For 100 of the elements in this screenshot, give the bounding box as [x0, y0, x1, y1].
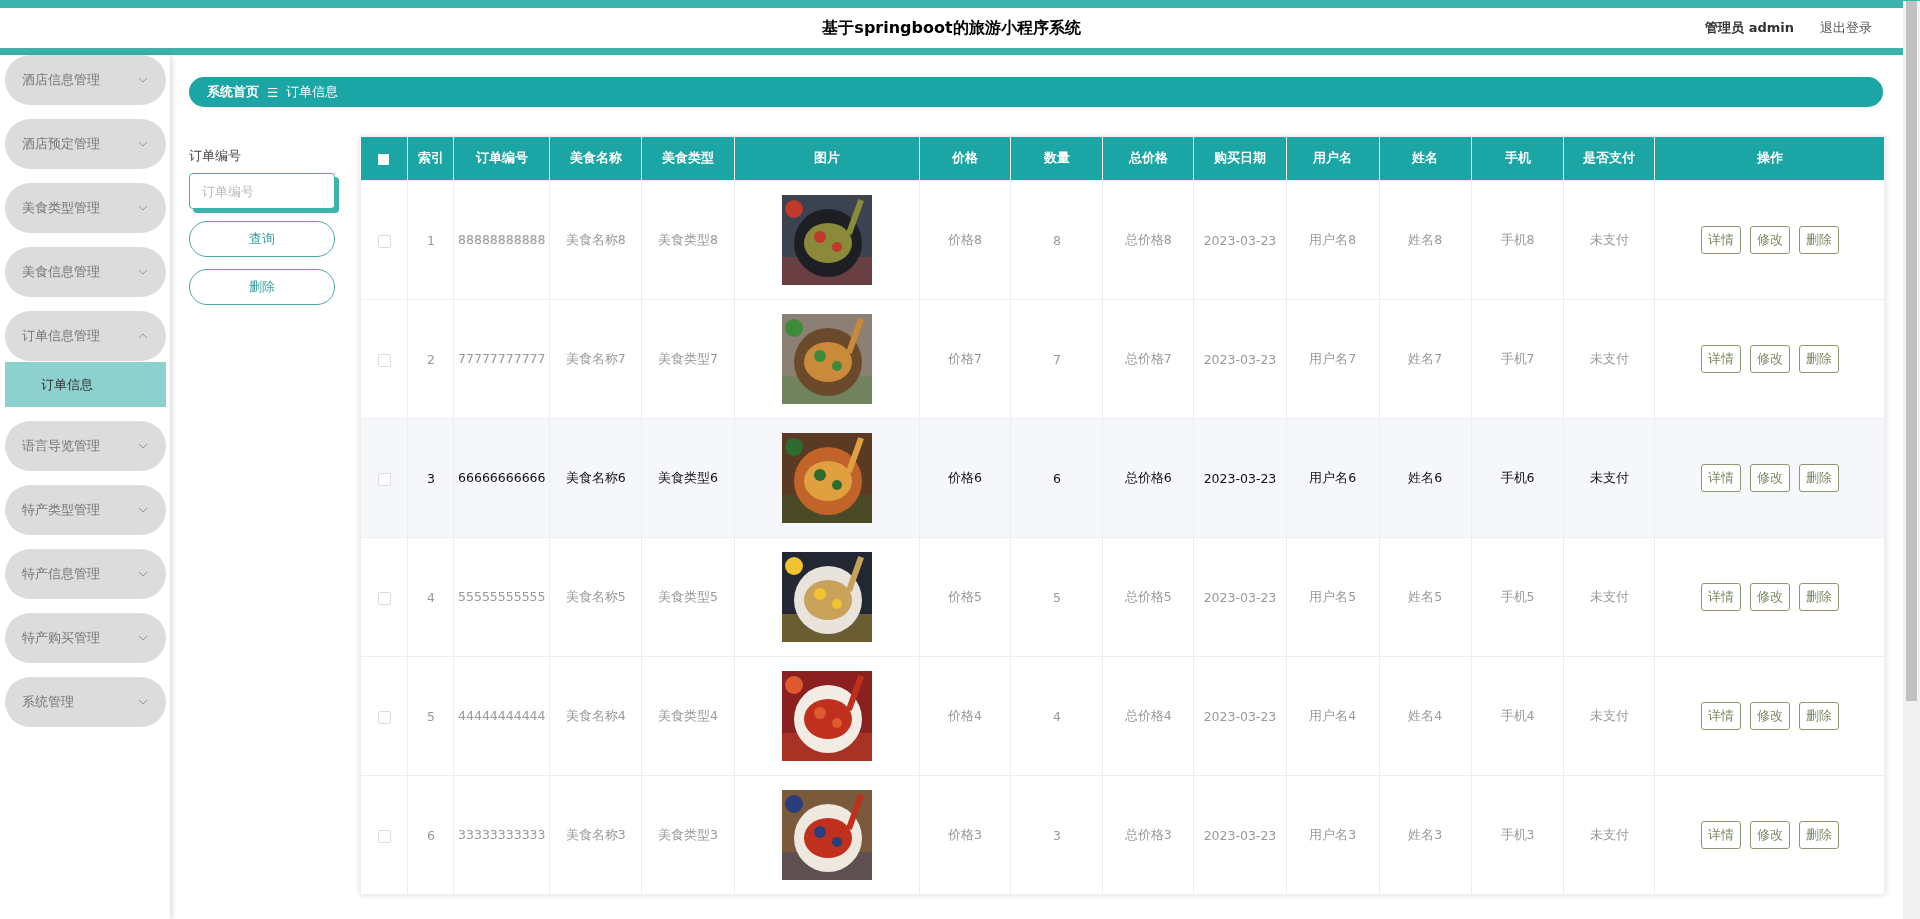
table-cell: 4 [1010, 656, 1103, 776]
row-action-button[interactable]: 修改 [1749, 226, 1790, 254]
menu-item[interactable]: 订单信息管理 [5, 311, 166, 361]
breadcrumb-current: 订单信息 [286, 83, 339, 101]
search-button[interactable]: 查询 [189, 221, 335, 257]
table-cell: 3 [407, 418, 454, 538]
row-action-button[interactable]: 修改 [1749, 821, 1790, 849]
menu-item[interactable]: 特产类型管理 [5, 485, 166, 535]
table-cell: 姓名6 [1379, 418, 1472, 538]
row-checkbox[interactable] [377, 353, 391, 367]
row-checkbox[interactable] [377, 710, 391, 724]
row-action-button[interactable]: 修改 [1749, 702, 1790, 730]
table-cell: 总价格6 [1102, 418, 1194, 538]
row-action-button[interactable]: 详情 [1700, 464, 1741, 492]
column-header: 美食类型 [641, 137, 735, 181]
table-cell: 8 [1010, 180, 1103, 300]
menu-item[interactable]: 特产信息管理 [5, 549, 166, 599]
row-action-button[interactable]: 删除 [1798, 702, 1839, 730]
chevron-down-icon [138, 205, 148, 211]
row-action-button[interactable]: 删除 [1798, 821, 1839, 849]
select-all-checkbox[interactable] [378, 154, 390, 165]
row-action-button[interactable]: 修改 [1749, 583, 1790, 611]
row-action-button[interactable]: 详情 [1700, 226, 1741, 254]
table-row[interactable]: 3 66666666666 美食名称6 美食类型6 价格6 6 总价格6 2023-03-23 用户名6 姓名6 手机6 未支付 详情 修改 删除 [360, 418, 1885, 538]
column-header: 美食名称 [549, 137, 642, 181]
table-row[interactable]: 2 77777777777 美食名称7 美食类型7 价格7 7 总价格7 2023-03-23 用户名7 姓名7 手机7 未支付 详情 修改 删除 [360, 299, 1885, 419]
scrollbar[interactable] [1903, 1, 1920, 919]
chevron-down-icon [138, 699, 148, 705]
row-action-button[interactable]: 修改 [1749, 345, 1790, 373]
row-checkbox[interactable] [377, 472, 391, 486]
table-cell: 未支付 [1563, 299, 1655, 419]
menu-item[interactable]: 酒店预定管理 [5, 119, 166, 169]
menu-item[interactable]: 系统管理 [5, 677, 166, 727]
table-cell: 6 [407, 775, 454, 895]
table-cell: 总价格7 [1102, 299, 1194, 419]
table-cell: 7 [1010, 299, 1103, 419]
row-action-button[interactable]: 详情 [1700, 583, 1741, 611]
table-cell: 手机8 [1471, 180, 1564, 300]
field-label: 订单编号 [189, 147, 242, 165]
row-action-button[interactable]: 详情 [1700, 821, 1741, 849]
table-cell: 2023-03-23 [1193, 299, 1287, 419]
table-cell: 未支付 [1563, 656, 1655, 776]
table-cell: 手机4 [1471, 656, 1564, 776]
row-checkbox[interactable] [377, 829, 391, 843]
row-action-button[interactable]: 详情 [1700, 345, 1741, 373]
table-cell: 价格7 [919, 299, 1011, 419]
delete-button[interactable]: 删除 [189, 269, 335, 305]
menu-item[interactable]: 美食信息管理 [5, 247, 166, 297]
table-row[interactable]: 6 33333333333 美食名称3 美食类型3 价格3 3 总价格3 2023-03-23 用户名3 姓名3 手机3 未支付 详情 修改 删除 [360, 775, 1885, 895]
chevron-down-icon [138, 635, 148, 641]
table-cell: 姓名7 [1379, 299, 1472, 419]
table-cell: 未支付 [1563, 180, 1655, 300]
table-cell: 55555555555 [453, 537, 550, 657]
menu-item[interactable]: 酒店信息管理 [5, 55, 166, 105]
menu-item[interactable]: 特产购买管理 [5, 613, 166, 663]
menu-item[interactable]: 语言导览管理 [5, 421, 166, 471]
table-cell: 美食类型4 [641, 656, 735, 776]
row-checkbox[interactable] [377, 591, 391, 605]
table-cell: 用户名8 [1286, 180, 1380, 300]
table-cell: 4 [407, 537, 454, 657]
row-action-button[interactable]: 删除 [1798, 226, 1839, 254]
row-action-button[interactable]: 删除 [1798, 464, 1839, 492]
row-action-button[interactable]: 修改 [1749, 464, 1790, 492]
column-header: 数量 [1010, 137, 1103, 181]
table-cell: 美食名称4 [549, 656, 642, 776]
table-cell: 77777777777 [453, 299, 550, 419]
table-row[interactable]: 4 55555555555 美食名称5 美食类型5 价格5 5 总价格5 2023-03-23 用户名5 姓名5 手机5 未支付 详情 修改 删除 [360, 537, 1885, 657]
table-cell: 美食名称6 [549, 418, 642, 538]
table-row[interactable]: 5 44444444444 美食名称4 美食类型4 价格4 4 总价格4 2023-03-23 用户名4 姓名4 手机4 未支付 详情 修改 删除 [360, 656, 1885, 776]
table-cell: 2023-03-23 [1193, 775, 1287, 895]
row-checkbox[interactable] [377, 234, 391, 248]
column-header: 索引 [407, 137, 454, 181]
table-cell: 2023-03-23 [1193, 418, 1287, 538]
chevron-down-icon [138, 269, 148, 275]
table-cell: 美食类型3 [641, 775, 735, 895]
column-header: 用户名 [1286, 137, 1380, 181]
submenu-item[interactable]: 订单信息 [5, 362, 166, 407]
row-action-button[interactable]: 详情 [1700, 702, 1741, 730]
chevron-down-icon [138, 443, 148, 449]
table-cell: 手机3 [1471, 775, 1564, 895]
table-cell: 88888888888 [453, 180, 550, 300]
logout-link[interactable]: 退出登录 [1820, 19, 1872, 37]
table-row[interactable]: 1 88888888888 美食名称8 美食类型8 价格8 8 总价格8 2023-03-23 用户名8 姓名8 手机8 未支付 详情 修改 删除 [360, 180, 1885, 300]
chevron-up-icon [138, 333, 148, 339]
table-cell: 价格6 [919, 418, 1011, 538]
table-cell: 44444444444 [453, 656, 550, 776]
row-action-button[interactable]: 删除 [1798, 345, 1839, 373]
table-cell: 手机7 [1471, 299, 1564, 419]
order-number-field[interactable]: 订单编号 [189, 173, 335, 209]
menu-item[interactable]: 美食类型管理 [5, 183, 166, 233]
table-cell: 5 [407, 656, 454, 776]
table-cell: 1 [407, 180, 454, 300]
table-cell: 6 [1010, 418, 1103, 538]
column-header: 姓名 [1379, 137, 1472, 181]
chevron-down-icon [138, 141, 148, 147]
table-cell: 3 [1010, 775, 1103, 895]
table-cell: 姓名8 [1379, 180, 1472, 300]
column-header: 总价格 [1102, 137, 1194, 181]
breadcrumb-link[interactable]: 系统首页 [207, 83, 259, 101]
row-action-button[interactable]: 删除 [1798, 583, 1839, 611]
